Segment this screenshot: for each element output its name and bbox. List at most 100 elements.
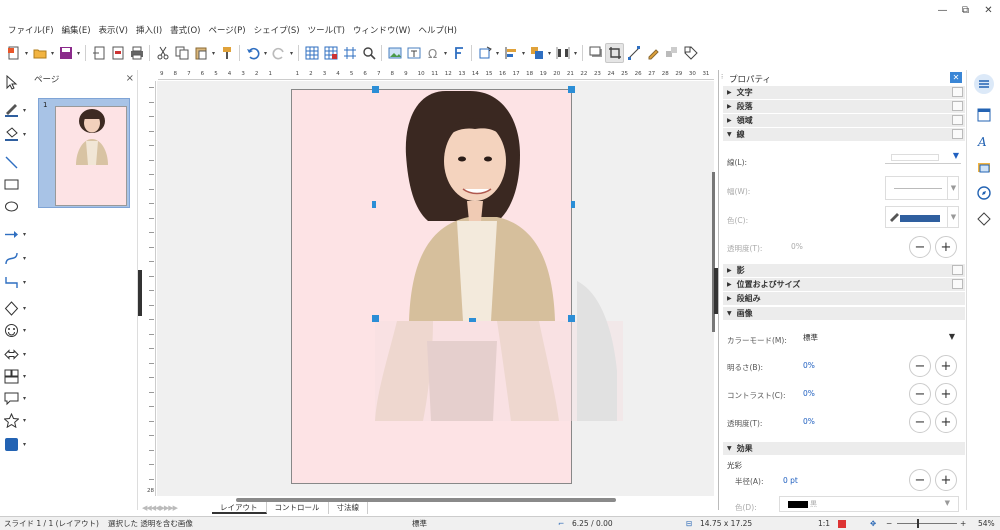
decrease-button[interactable]: − (909, 383, 931, 405)
toggle-extrusion-icon[interactable] (662, 43, 681, 63)
line-transparency-value[interactable]: 0% (791, 242, 803, 251)
chevron-down-icon[interactable]: ▾ (442, 50, 449, 57)
flowchart-tool[interactable]: ▾ (4, 366, 30, 386)
glow-color-dropdown[interactable]: 黒 ▼ (779, 496, 959, 512)
tab-navigation-arrows[interactable]: ◀◀◀◀▶▶▶▶ (142, 504, 212, 512)
redo-icon[interactable] (269, 43, 288, 63)
close-icon[interactable]: ✕ (950, 72, 962, 83)
glow-radius-value[interactable]: 0 pt (783, 476, 798, 485)
basic-shapes-tool[interactable]: ▾ (4, 298, 30, 318)
chevron-down-icon[interactable]: ▾ (288, 50, 295, 57)
line-color-tool[interactable]: ▾ (4, 100, 30, 120)
navigator-deck-button[interactable] (975, 184, 993, 202)
increase-button[interactable]: + (935, 236, 957, 258)
export-icon[interactable] (89, 43, 108, 63)
connector-tool[interactable]: ▾ (4, 272, 30, 292)
vertical-ruler[interactable]: 28 (146, 81, 156, 496)
fit-page-icon[interactable]: ✥ (870, 519, 876, 528)
decrease-button[interactable]: − (909, 355, 931, 377)
zoom-in-button[interactable]: + (960, 519, 966, 528)
zoom-percentage[interactable]: 54% (978, 519, 995, 528)
slide-deck-button[interactable] (975, 106, 993, 124)
clone-formatting-icon[interactable] (217, 43, 236, 63)
align-objects-icon[interactable] (501, 43, 520, 63)
section-text[interactable]: ▶ 文字 (723, 86, 965, 99)
chevron-down-icon[interactable]: ▾ (75, 50, 82, 57)
zoom-slider-thumb[interactable] (917, 519, 920, 528)
chevron-down-icon[interactable]: ▾ (494, 50, 501, 57)
block-arrows-tool[interactable]: ▾ (4, 344, 30, 364)
arrange-icon[interactable] (527, 43, 546, 63)
gallery-deck-button[interactable] (975, 158, 993, 176)
color-mode-dropdown[interactable]: 標準 ▼ (801, 329, 961, 347)
shapes-deck-button[interactable] (975, 210, 993, 228)
callouts-tool[interactable]: ▾ (4, 388, 30, 408)
grid-icon[interactable] (302, 43, 321, 63)
tab-controls[interactable]: コントロール (267, 502, 329, 514)
chevron-down-icon[interactable]: ▾ (262, 50, 269, 57)
section-image[interactable]: ▼ 画像 (723, 307, 965, 320)
special-character-icon[interactable]: Ω (423, 43, 442, 63)
decrease-button[interactable]: − (909, 469, 931, 491)
increase-button[interactable]: + (935, 469, 957, 491)
symbol-shapes-tool[interactable]: ▾ (4, 320, 30, 340)
styles-deck-button[interactable]: A (975, 132, 993, 150)
menu-format[interactable]: 書式(O) (166, 24, 204, 36)
slide-thumbnail[interactable]: 1 (38, 98, 130, 208)
cut-icon[interactable] (153, 43, 172, 63)
tab-dimension-lines[interactable]: 寸法線 (329, 502, 368, 514)
menu-shape[interactable]: シェイプ(S) (250, 24, 304, 36)
section-line[interactable]: ▼ 線 (723, 128, 965, 141)
drag-handle-icon[interactable]: ⁝ (721, 73, 723, 81)
undo-icon[interactable] (243, 43, 262, 63)
save-icon[interactable] (56, 43, 75, 63)
zoom-icon[interactable] (359, 43, 378, 63)
line-color-dropdown[interactable]: ▼ (885, 206, 959, 228)
decrease-button[interactable]: − (909, 411, 931, 433)
image-transparency-value[interactable]: 0% (803, 417, 815, 426)
status-scale[interactable]: 1:1 (818, 519, 830, 528)
ellipse-tool[interactable] (4, 196, 30, 216)
zoom-slider-track[interactable] (897, 523, 957, 524)
line-style-dropdown[interactable]: ▼ (885, 148, 961, 164)
section-columns[interactable]: ▶ 段組み (723, 292, 965, 305)
new-icon[interactable] (4, 43, 23, 63)
properties-deck-button[interactable] (974, 74, 994, 94)
distribute-icon[interactable] (553, 43, 572, 63)
shadow-icon[interactable] (586, 43, 605, 63)
section-effect[interactable]: ▼ 効果 (723, 442, 965, 455)
menu-edit[interactable]: 編集(E) (58, 24, 95, 36)
close-window-button[interactable]: ✕ (977, 5, 1000, 16)
menu-page[interactable]: ページ(P) (204, 24, 249, 36)
increase-button[interactable]: + (935, 411, 957, 433)
transformations-icon[interactable] (475, 43, 494, 63)
section-position-size[interactable]: ▶ 位置およびサイズ (723, 278, 965, 291)
menu-view[interactable]: 表示(V) (95, 24, 132, 36)
snap-grid-icon[interactable] (321, 43, 340, 63)
paste-icon[interactable] (191, 43, 210, 63)
chevron-down-icon[interactable]: ▾ (546, 50, 553, 57)
selected-image[interactable] (157, 81, 714, 496)
rectangle-tool[interactable] (4, 174, 30, 194)
section-paragraph[interactable]: ▶ 段落 (723, 100, 965, 113)
horizontal-ruler[interactable]: 9 8 7 6 5 4 3 2 1 1 2 3 4 5 6 7 8 9 10 11 12 13 14 15 16 17 18 19 20… (158, 70, 714, 80)
insert-image-icon[interactable] (385, 43, 404, 63)
line-width-dropdown[interactable]: ▼ (885, 176, 959, 200)
decrease-button[interactable]: − (909, 236, 931, 258)
menu-insert[interactable]: 挿入(I) (132, 24, 166, 36)
minimize-button[interactable]: — (931, 5, 954, 16)
stars-tool[interactable]: ▾ (4, 410, 30, 430)
slide-pane-toggle-handle[interactable] (138, 270, 142, 316)
menu-tools[interactable]: ツール(T) (304, 24, 349, 36)
zoom-out-button[interactable]: − (886, 519, 892, 528)
crop-icon[interactable] (605, 43, 624, 63)
brightness-value[interactable]: 0% (803, 361, 815, 370)
menu-help[interactable]: ヘルプ(H) (414, 24, 461, 36)
helplines-icon[interactable] (340, 43, 359, 63)
fontwork-icon[interactable] (449, 43, 468, 63)
curve-tool[interactable]: ▾ (4, 248, 30, 268)
chevron-down-icon[interactable]: ▾ (572, 50, 579, 57)
menu-window[interactable]: ウィンドウ(W) (349, 24, 415, 36)
section-shadow[interactable]: ▶ 影 (723, 264, 965, 277)
fill-color-tool[interactable]: ▾ (4, 124, 30, 144)
